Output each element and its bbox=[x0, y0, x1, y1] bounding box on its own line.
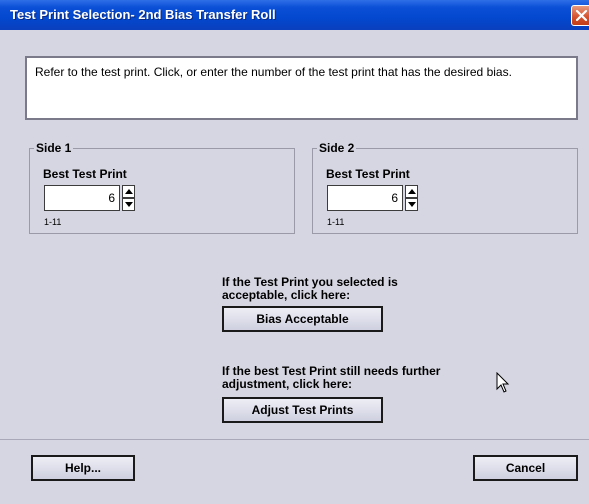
side2-spinner bbox=[405, 185, 418, 211]
cancel-button[interactable]: Cancel bbox=[473, 455, 578, 481]
adjust-test-prints-button[interactable]: Adjust Test Prints bbox=[222, 397, 383, 423]
dialog-window: Test Print Selection- 2nd Bias Transfer … bbox=[0, 0, 589, 504]
close-button[interactable] bbox=[571, 5, 589, 26]
side1-spin-up-button[interactable] bbox=[122, 185, 135, 198]
side2-spin-down-button[interactable] bbox=[405, 198, 418, 211]
up-arrow-icon bbox=[408, 189, 416, 194]
side2-range: 1-11 bbox=[327, 217, 345, 227]
side2-best-test-print-label: Best Test Print bbox=[326, 167, 410, 181]
side1-best-test-print-label: Best Test Print bbox=[43, 167, 127, 181]
down-arrow-icon bbox=[125, 202, 133, 207]
dialog-content: Refer to the test print. Click, or enter… bbox=[0, 30, 589, 504]
title-bar[interactable]: Test Print Selection- 2nd Bias Transfer … bbox=[0, 0, 589, 30]
side2-spin-up-button[interactable] bbox=[405, 185, 418, 198]
footer-divider bbox=[0, 439, 589, 440]
bias-acceptable-button[interactable]: Bias Acceptable bbox=[222, 306, 383, 332]
side1-best-test-print-input[interactable]: 6 bbox=[44, 185, 120, 211]
mouse-pointer-icon bbox=[496, 372, 510, 393]
down-arrow-icon bbox=[408, 202, 416, 207]
up-arrow-icon bbox=[125, 189, 133, 194]
side2-best-test-print-input[interactable]: 6 bbox=[327, 185, 403, 211]
acceptable-prompt-line2: acceptable, click here: bbox=[222, 288, 351, 302]
window-title: Test Print Selection- 2nd Bias Transfer … bbox=[10, 7, 276, 22]
side1-spin-down-button[interactable] bbox=[122, 198, 135, 211]
help-button[interactable]: Help... bbox=[31, 455, 135, 481]
side2-group: Side 2 Best Test Print 6 1-11 bbox=[312, 141, 578, 234]
side2-legend: Side 2 bbox=[317, 141, 357, 155]
side1-spinner bbox=[122, 185, 135, 211]
instructions-text: Refer to the test print. Click, or enter… bbox=[25, 56, 578, 120]
adjust-prompt-line2: adjustment, click here: bbox=[222, 377, 353, 391]
side1-group: Side 1 Best Test Print 6 1-11 bbox=[29, 141, 295, 234]
close-icon bbox=[575, 9, 588, 22]
side1-range: 1-11 bbox=[44, 217, 62, 227]
side1-legend: Side 1 bbox=[34, 141, 74, 155]
